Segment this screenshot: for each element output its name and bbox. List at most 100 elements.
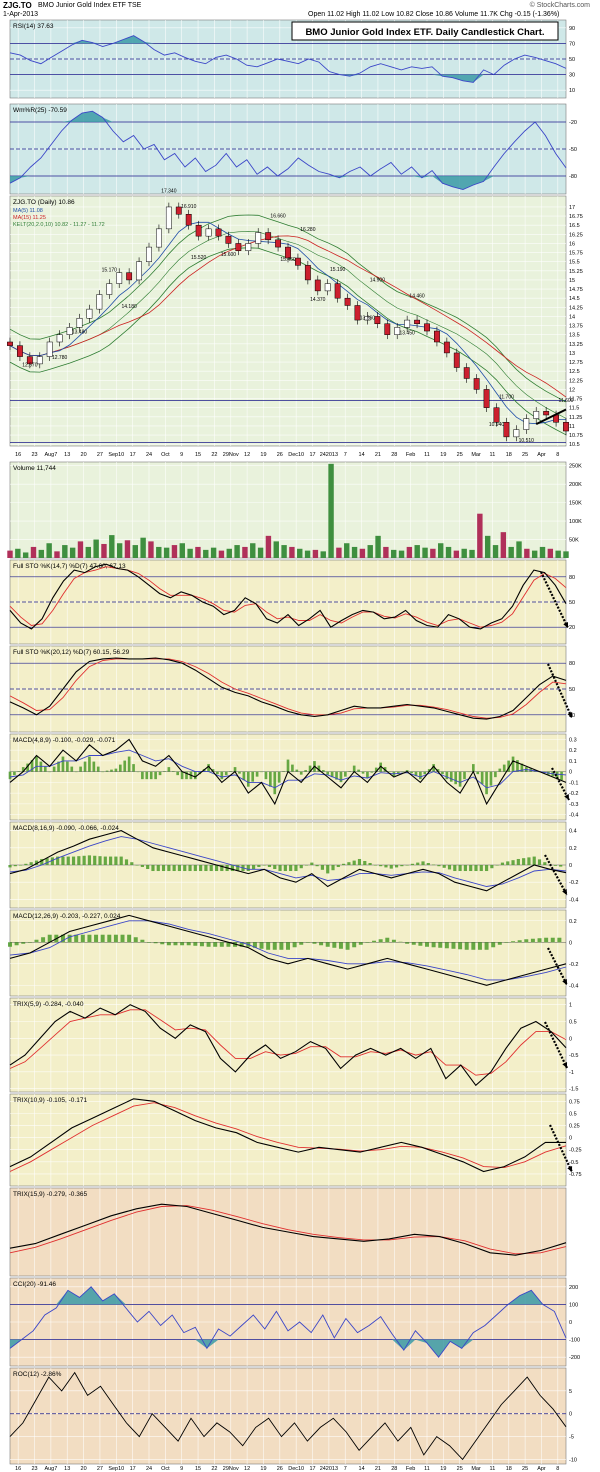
macd12269-histogram-bar — [299, 942, 304, 945]
volume-bar — [15, 548, 21, 558]
candle-body — [503, 422, 510, 438]
x-axis-label: 22 — [211, 452, 217, 458]
candle-body — [96, 294, 103, 310]
volume-bar — [77, 541, 84, 558]
volume-tick-label: 100K — [569, 519, 582, 525]
volume-bar — [563, 551, 569, 558]
macd489-tick-label: 0.1 — [569, 759, 577, 765]
macd489-histogram-bar — [485, 771, 488, 795]
x-axis-label: Mar — [471, 452, 481, 458]
macd8169-histogram-bar — [13, 865, 17, 867]
candle-body — [443, 341, 450, 354]
macd8169-histogram-bar — [389, 865, 393, 869]
candle-body — [215, 228, 222, 237]
macd489-histogram-bar — [83, 761, 87, 772]
macd12269-histogram-bar — [338, 942, 343, 949]
macd489-histogram-bar — [304, 770, 307, 772]
macd489-histogram-bar — [43, 766, 47, 772]
macd489-histogram-bar — [66, 761, 69, 772]
macd8169-histogram-bar — [119, 856, 123, 865]
macd12269-histogram-bar — [87, 934, 92, 943]
macd489-histogram-bar — [220, 771, 224, 780]
volume-bar — [234, 545, 240, 558]
macd12269-histogram-bar — [345, 942, 350, 950]
price-tick-label: 12.5 — [569, 369, 580, 375]
trix59-tick-label: -1.5 — [569, 1087, 578, 1093]
bottom-x-axis-label: 23 — [31, 1466, 37, 1472]
macd12269-histogram-bar — [550, 937, 555, 943]
macd8169-histogram-bar — [93, 855, 97, 865]
macd8169-histogram-bar — [410, 863, 415, 865]
macd489-histogram-bar — [454, 771, 458, 785]
price-annotation: 12.570 — [22, 363, 38, 369]
macd12269-histogram-bar — [425, 942, 429, 947]
macd12269-histogram-bar — [484, 942, 489, 950]
volume-bar — [539, 546, 546, 558]
price-annotation: 10.940 — [489, 422, 505, 428]
macd489-histogram-bar — [463, 771, 466, 780]
bottom-x-axis-label: Aug7 — [44, 1466, 57, 1472]
macd489-histogram-bar — [176, 771, 180, 776]
macd489-histogram-bar — [158, 771, 162, 776]
willr25-title: Wm%R(25) -70.59 — [13, 107, 67, 114]
volume-tick-label: 150K — [569, 501, 582, 507]
volume-bar — [500, 532, 507, 558]
macd489-histogram-bar — [74, 771, 78, 773]
volume-bar — [218, 550, 225, 558]
bottom-x-axis-label: 25 — [522, 1466, 528, 1472]
volume-bar — [22, 552, 29, 558]
x-axis-label: 26 — [277, 452, 283, 458]
candle-body — [7, 341, 13, 346]
macd8169-histogram-bar — [135, 865, 139, 866]
volume-bar — [430, 548, 436, 558]
candle-body — [314, 279, 321, 292]
volume-bar — [195, 546, 201, 558]
price-annotation: 15.600 — [221, 252, 237, 258]
roc12-tick-label: -5 — [569, 1435, 574, 1441]
macd8169-histogram-bar — [204, 865, 208, 872]
roc12-tick-label: -10 — [569, 1457, 577, 1463]
macd8169-histogram-bar — [342, 863, 346, 865]
trix109-tick-label: -0.25 — [569, 1148, 582, 1154]
bottom-x-axis-label: 14 — [359, 1466, 365, 1472]
macd489-histogram-bar — [229, 771, 232, 772]
price-annotation: 13.480 — [72, 329, 88, 335]
x-axis-label: 25 — [522, 452, 528, 458]
macd489-histogram-bar — [149, 771, 153, 780]
macd8169-histogram-bar — [146, 865, 150, 870]
macd12269-histogram-bar — [100, 934, 105, 943]
macd489-histogram-bar — [101, 771, 104, 773]
volume-bar — [124, 540, 131, 558]
macd12269-histogram-bar — [444, 942, 449, 949]
macd489-histogram-bar — [92, 761, 96, 772]
x-axis-label: 21 — [375, 452, 381, 458]
price-annotation: 12.780 — [52, 355, 68, 361]
macd8169-histogram-bar — [167, 865, 171, 872]
price-annotation: 15.520 — [191, 255, 207, 261]
price-legend-item: KELT(20,2.0,10) 10.82 - 11.27 - 11.72 — [13, 222, 105, 228]
volume-bar — [492, 545, 499, 558]
x-axis-label: 19 — [260, 452, 266, 458]
macd489-histogram-bar — [498, 768, 502, 772]
macd12269-tick-label: 0 — [569, 940, 572, 946]
volume-bar — [328, 463, 334, 558]
macd12269-histogram-bar — [497, 942, 502, 945]
macd8169-histogram-bar — [109, 856, 113, 865]
candle-body — [513, 429, 520, 438]
candle-body — [324, 283, 331, 292]
x-axis-label: 15 — [195, 452, 201, 458]
macd12269-panel — [9, 909, 567, 997]
candle-body — [106, 283, 113, 295]
candle-body — [533, 411, 540, 419]
volume-bar — [508, 546, 514, 558]
macd8169-tick-label: 0 — [569, 863, 572, 869]
macd12269-histogram-bar — [279, 942, 284, 950]
roc12-tick-label: 0 — [569, 1412, 572, 1418]
macd12269-histogram-bar — [332, 942, 337, 948]
price-tick-label: 16.5 — [569, 223, 580, 229]
macd8169-histogram-bar — [273, 865, 277, 870]
price-annotation: 13.860 — [360, 316, 376, 322]
macd12269-tick-label: -0.2 — [569, 962, 578, 968]
macd8169-histogram-bar — [29, 862, 33, 865]
macd12269-histogram-bar — [491, 942, 496, 948]
